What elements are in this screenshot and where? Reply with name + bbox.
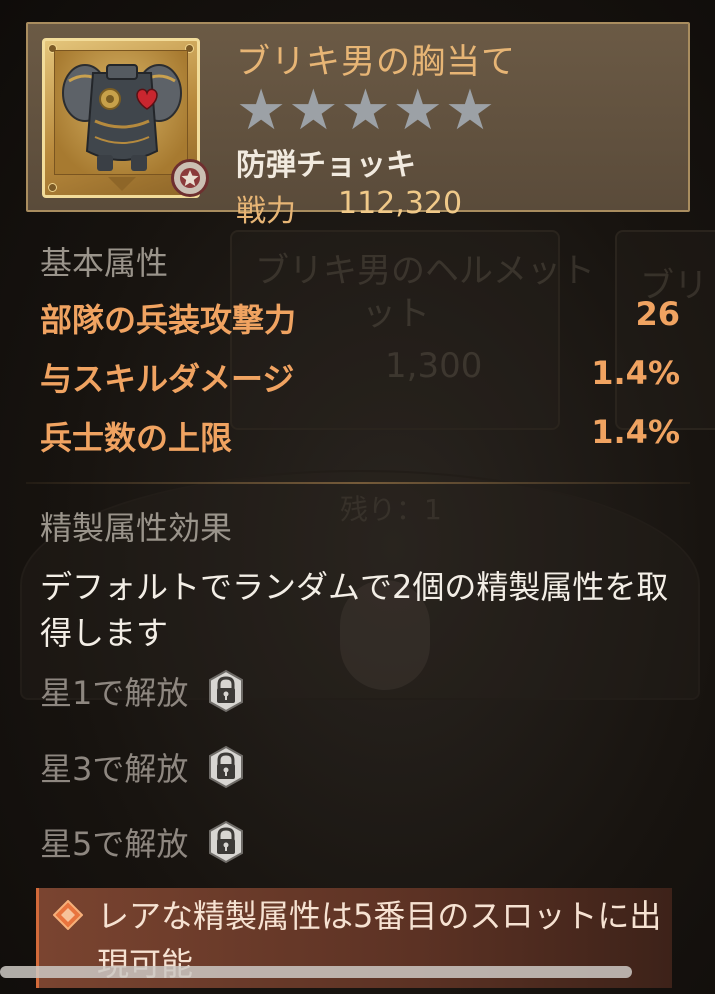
stat-value: 1.4%	[591, 413, 680, 451]
item-icon-frame[interactable]	[42, 38, 209, 198]
frame-screw	[48, 183, 57, 192]
diamond-icon	[52, 899, 84, 931]
stat-label: 兵士数の上限	[40, 419, 233, 457]
stat-row: 兵士数の上限 1.4%	[40, 413, 680, 459]
stat-row: 与スキルダメージ 1.4%	[40, 354, 680, 400]
horizontal-scrollbar[interactable]	[0, 966, 632, 978]
star-icon: ★	[392, 78, 443, 143]
item-type: 防弾チョッキ	[236, 148, 416, 183]
stat-label: 部隊の兵装攻撃力	[40, 301, 297, 339]
unlock-label: 星5で解放	[40, 825, 189, 863]
stat-value: 26	[635, 295, 680, 333]
lock-icon	[206, 669, 246, 713]
star-rating: ★ ★ ★ ★ ★	[236, 78, 496, 143]
unlock-row-star3[interactable]: 星3で解放	[40, 743, 246, 791]
unlock-row-star5[interactable]: 星5で解放	[40, 818, 246, 866]
frame-ornament	[108, 177, 136, 191]
star-icon: ★	[444, 78, 496, 143]
refine-attributes-title: 精製属性効果	[40, 509, 233, 547]
power-value: 112,320	[338, 186, 463, 221]
stat-value: 1.4%	[591, 354, 680, 392]
stat-label: 与スキルダメージ	[40, 360, 295, 398]
basic-attributes-title: 基本属性	[40, 244, 169, 282]
power-label: 戦力	[236, 194, 296, 229]
star-icon: ★	[288, 78, 339, 143]
item-header: ブリキ男の胸当て ★ ★ ★ ★ ★ 防弾チョッキ 戦力 112,320	[26, 22, 690, 229]
refine-description: デフォルトでランダムで2個の精製属性を取得します	[40, 568, 669, 652]
unlock-label: 星1で解放	[40, 674, 189, 712]
star-icon: ★	[340, 78, 391, 143]
star-icon: ★	[236, 78, 287, 143]
item-name: ブリキ男の胸当て	[236, 42, 516, 82]
unlock-label: 星3で解放	[40, 750, 189, 788]
lock-icon	[206, 745, 246, 789]
unlock-row-star1[interactable]: 星1で解放	[40, 667, 246, 715]
star-medal-icon	[171, 159, 209, 197]
section-divider	[26, 482, 690, 484]
stat-row: 部隊の兵装攻撃力 26	[40, 295, 680, 341]
background-card-title: ブリキ男のヘルメット	[255, 251, 595, 291]
lock-icon	[206, 820, 246, 864]
chest-armor-icon	[54, 50, 188, 175]
